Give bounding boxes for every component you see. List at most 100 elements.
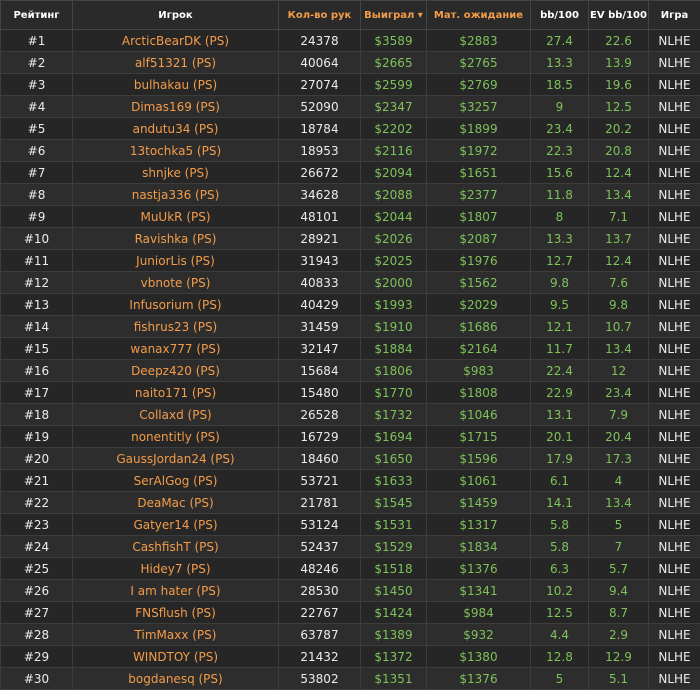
player-link[interactable]: andutu34 (PS) [73,118,279,140]
header-hands[interactable]: Кол-во рук [279,1,361,30]
ev-cell: $1715 [427,426,531,448]
rank-cell: #18 [1,404,73,426]
rank-cell: #13 [1,294,73,316]
player-link[interactable]: Dimas169 (PS) [73,96,279,118]
hands-cell: 52437 [279,536,361,558]
hands-cell: 32147 [279,338,361,360]
table-row: #1ArcticBearDK (PS)24378$3589$288327.422… [1,30,700,52]
hands-cell: 22767 [279,602,361,624]
table-row: #10Ravishka (PS)28921$2026$208713.313.7N… [1,228,700,250]
player-link[interactable]: fishrus23 (PS) [73,316,279,338]
won-cell: $2026 [361,228,427,250]
player-link[interactable]: bogdanesq (PS) [73,668,279,690]
table-row: #25Hidey7 (PS)48246$1518$13766.35.7NLHE [1,558,700,580]
player-link[interactable]: shnjke (PS) [73,162,279,184]
bb100-cell: 11.8 [531,184,589,206]
evbb100-cell: 13.9 [589,52,649,74]
player-link[interactable]: naito171 (PS) [73,382,279,404]
rank-cell: #26 [1,580,73,602]
rank-cell: #11 [1,250,73,272]
player-link[interactable]: alf51321 (PS) [73,52,279,74]
ev-cell: $2883 [427,30,531,52]
ev-cell: $1061 [427,470,531,492]
evbb100-cell: 4 [589,470,649,492]
game-cell: NLHE [649,558,700,580]
table-row: #27FNSflush (PS)22767$1424$98412.58.7NLH… [1,602,700,624]
player-link[interactable]: Collaxd (PS) [73,404,279,426]
won-cell: $1372 [361,646,427,668]
hands-cell: 40429 [279,294,361,316]
player-link[interactable]: Infusorium (PS) [73,294,279,316]
evbb100-cell: 23.4 [589,382,649,404]
won-cell: $1694 [361,426,427,448]
ev-cell: $1808 [427,382,531,404]
player-link[interactable]: wanax777 (PS) [73,338,279,360]
rank-cell: #27 [1,602,73,624]
player-link[interactable]: WINDTOY (PS) [73,646,279,668]
player-link[interactable]: bulhakau (PS) [73,74,279,96]
player-link[interactable]: JuniorLis (PS) [73,250,279,272]
bb100-cell: 5.8 [531,536,589,558]
leaderboard-table: Рейтинг Игрок Кол-во рук Выиграл Мат. ож… [0,0,700,690]
bb100-cell: 11.7 [531,338,589,360]
won-cell: $2094 [361,162,427,184]
header-player[interactable]: Игрок [73,1,279,30]
hands-cell: 31943 [279,250,361,272]
bb100-cell: 12.1 [531,316,589,338]
header-ev[interactable]: Мат. ожидание [427,1,531,30]
player-link[interactable]: SerAlGog (PS) [73,470,279,492]
won-cell: $1450 [361,580,427,602]
player-link[interactable]: I am hater (PS) [73,580,279,602]
evbb100-cell: 10.7 [589,316,649,338]
rank-cell: #15 [1,338,73,360]
bb100-cell: 9 [531,96,589,118]
bb100-cell: 22.3 [531,140,589,162]
game-cell: NLHE [649,294,700,316]
player-link[interactable]: CashfishT (PS) [73,536,279,558]
hands-cell: 18784 [279,118,361,140]
rank-cell: #1 [1,30,73,52]
player-link[interactable]: TimMaxx (PS) [73,624,279,646]
game-cell: NLHE [649,30,700,52]
header-won[interactable]: Выиграл [361,1,427,30]
player-link[interactable]: GaussJordan24 (PS) [73,448,279,470]
evbb100-cell: 13.4 [589,184,649,206]
game-cell: NLHE [649,228,700,250]
rank-cell: #29 [1,646,73,668]
won-cell: $1529 [361,536,427,558]
won-cell: $1531 [361,514,427,536]
rank-cell: #4 [1,96,73,118]
ev-cell: $1686 [427,316,531,338]
player-link[interactable]: vbnote (PS) [73,272,279,294]
bb100-cell: 9.5 [531,294,589,316]
ev-cell: $1596 [427,448,531,470]
rank-cell: #24 [1,536,73,558]
hands-cell: 18953 [279,140,361,162]
header-rank[interactable]: Рейтинг [1,1,73,30]
player-link[interactable]: 13tochka5 (PS) [73,140,279,162]
table-row: #24CashfishT (PS)52437$1529$18345.87NLHE [1,536,700,558]
player-link[interactable]: Hidey7 (PS) [73,558,279,580]
player-link[interactable]: ArcticBearDK (PS) [73,30,279,52]
table-row: #5andutu34 (PS)18784$2202$189923.420.2NL… [1,118,700,140]
hands-cell: 18460 [279,448,361,470]
rank-cell: #5 [1,118,73,140]
hands-cell: 26672 [279,162,361,184]
player-link[interactable]: Deepz420 (PS) [73,360,279,382]
evbb100-cell: 7.6 [589,272,649,294]
player-link[interactable]: Gatyer14 (PS) [73,514,279,536]
rank-cell: #3 [1,74,73,96]
player-link[interactable]: MuUkR (PS) [73,206,279,228]
header-bb100[interactable]: bb/100 [531,1,589,30]
player-link[interactable]: nonentitly (PS) [73,426,279,448]
player-link[interactable]: nastja336 (PS) [73,184,279,206]
player-link[interactable]: FNSflush (PS) [73,602,279,624]
won-cell: $1732 [361,404,427,426]
evbb100-cell: 12 [589,360,649,382]
game-cell: NLHE [649,536,700,558]
header-game[interactable]: Игра [649,1,700,30]
player-link[interactable]: Ravishka (PS) [73,228,279,250]
header-evbb100[interactable]: EV bb/100 [589,1,649,30]
player-link[interactable]: DeaMac (PS) [73,492,279,514]
game-cell: NLHE [649,382,700,404]
